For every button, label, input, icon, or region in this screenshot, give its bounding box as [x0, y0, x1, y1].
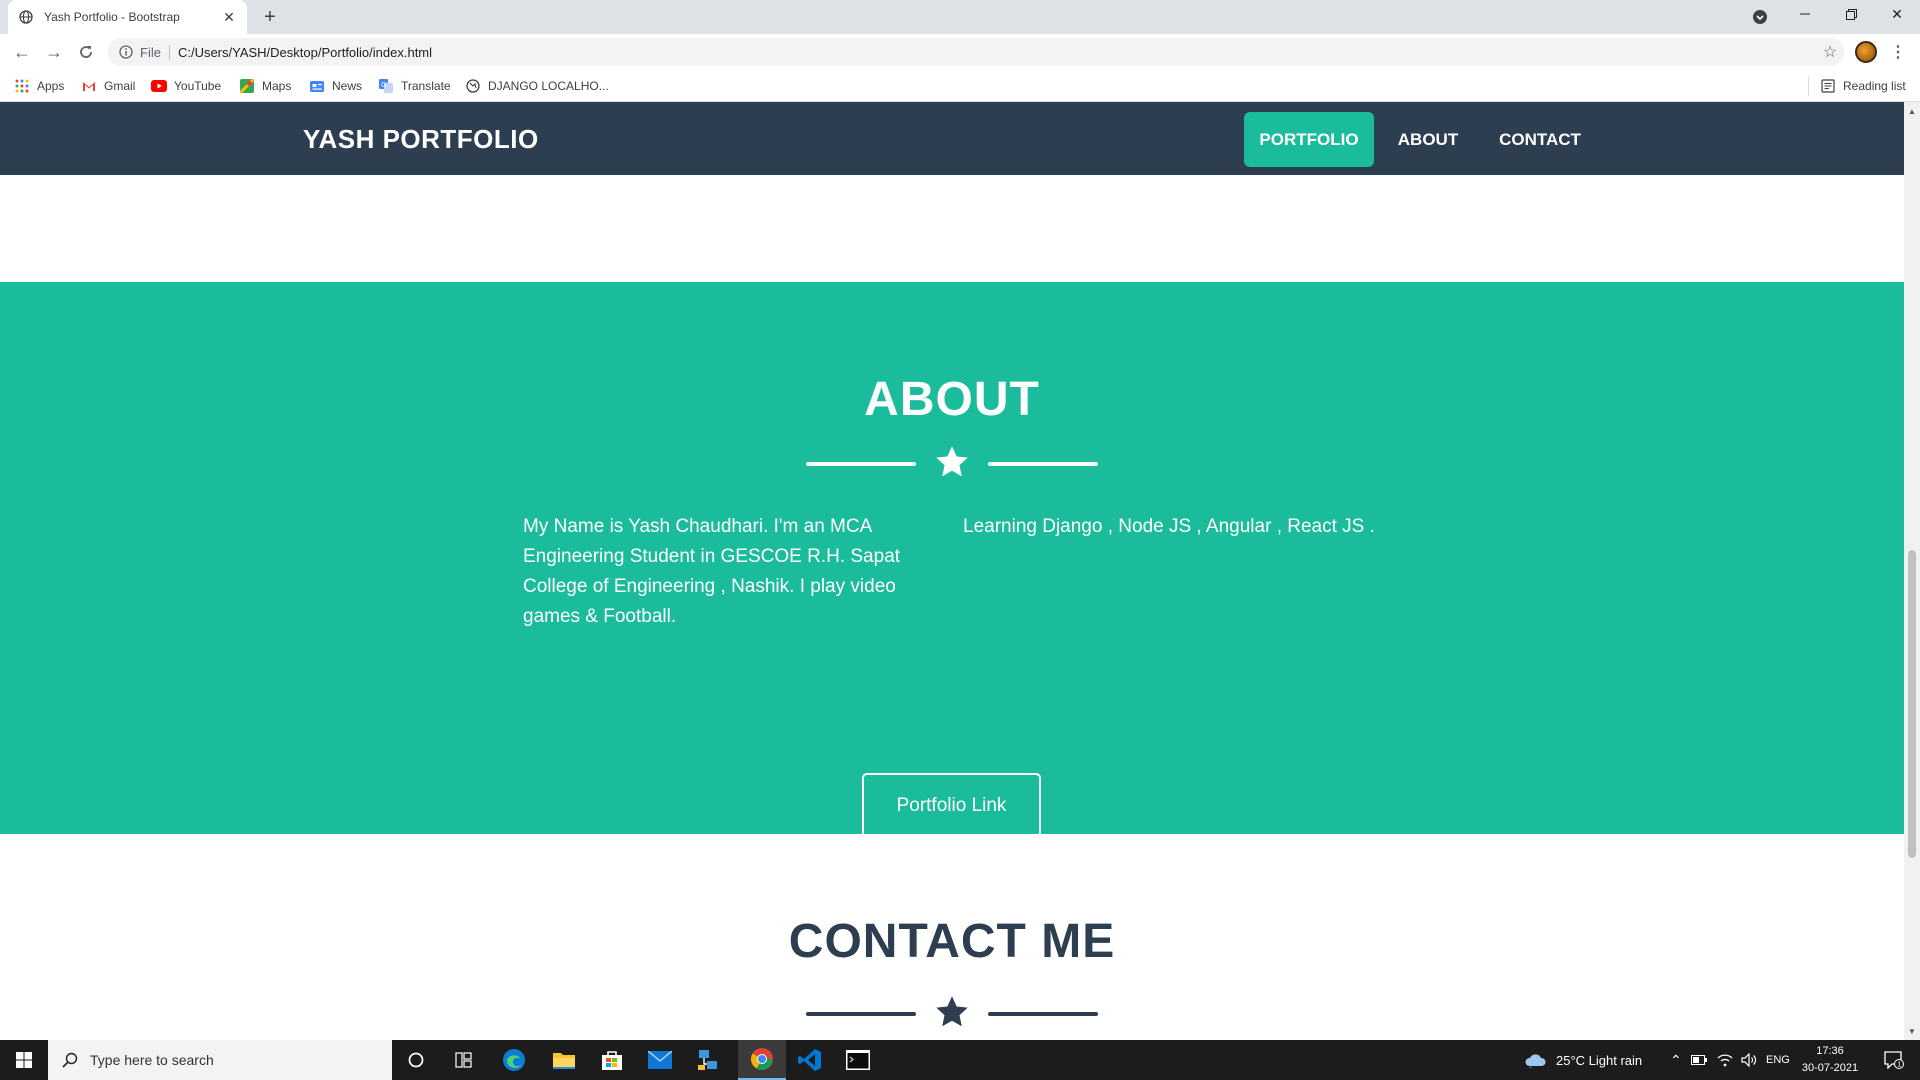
taskbar-clock[interactable]: 17:36 30-07-2021	[1790, 1043, 1870, 1077]
info-icon[interactable]	[118, 44, 134, 60]
language-indicator[interactable]: ENG	[1766, 1040, 1790, 1080]
notification-count: 1	[1897, 1062, 1901, 1069]
task-view-icon[interactable]	[440, 1040, 488, 1080]
page-viewport: YASH PORTFOLIO PORTFOLIO ABOUT CONTACT A…	[0, 102, 1904, 1040]
volume-icon[interactable]	[1738, 1040, 1760, 1080]
bookmark-apps[interactable]: Apps	[14, 77, 64, 95]
page-scrollbar[interactable]: ▲ ▼	[1904, 102, 1920, 1040]
taskbar-search-placeholder: Type here to search	[90, 1052, 214, 1068]
notifications-icon[interactable]: 1	[1872, 1040, 1916, 1080]
contact-divider	[806, 994, 1098, 1034]
bookmark-label: News	[332, 79, 363, 93]
network-app-icon[interactable]	[684, 1040, 732, 1080]
maps-icon	[239, 78, 255, 94]
about-text-left: My Name is Yash Chaudhari. I'm an MCA En…	[523, 516, 901, 627]
portfolio-link-button[interactable]: Portfolio Link	[862, 773, 1041, 838]
cortana-icon[interactable]	[392, 1040, 440, 1080]
windows-taskbar: Type here to search 25°C Light rain ⌃ EN…	[0, 1040, 1920, 1080]
browser-tab[interactable]: Yash Portfolio - Bootstrap ✕	[8, 0, 247, 34]
bookmark-star-icon[interactable]: ☆	[1816, 38, 1844, 66]
bookmark-label: Apps	[37, 79, 65, 93]
minimize-icon[interactable]	[1782, 0, 1828, 28]
nav-about[interactable]: ABOUT	[1386, 112, 1470, 167]
nav-portfolio[interactable]: PORTFOLIO	[1244, 112, 1374, 167]
bookmark-label: Maps	[262, 79, 292, 93]
bookmark-news[interactable]: News	[309, 77, 362, 95]
taskbar-search-box[interactable]: Type here to search	[48, 1040, 392, 1080]
bookmark-label: Gmail	[104, 79, 136, 93]
more-menu-icon[interactable]: ⋮	[1886, 38, 1910, 66]
close-window-icon[interactable]: ✕	[1874, 0, 1920, 28]
bookmark-gmail[interactable]: Gmail	[81, 77, 135, 95]
reading-list-button[interactable]: Reading list	[1820, 77, 1906, 95]
tab-title: Yash Portfolio - Bootstrap	[44, 10, 180, 24]
star-icon	[936, 446, 968, 477]
bookmark-maps[interactable]: Maps	[239, 77, 291, 95]
address-bar[interactable]: File C:/Users/YASH/Desktop/Portfolio/ind…	[108, 38, 1844, 66]
nav-contact[interactable]: CONTACT	[1490, 112, 1590, 167]
bookmark-label: Translate	[401, 79, 451, 93]
edge-icon[interactable]	[490, 1040, 538, 1080]
about-text-right: Learning Django , Node JS , Angular , Re…	[963, 516, 1375, 537]
svg-text:G: G	[381, 82, 386, 89]
scroll-thumb[interactable]	[1908, 550, 1916, 858]
back-icon[interactable]: ←	[8, 38, 36, 66]
tab-search-icon[interactable]	[1750, 8, 1770, 26]
forward-icon[interactable]: →	[40, 38, 68, 66]
divider-line	[988, 1012, 1098, 1016]
star-icon	[936, 996, 968, 1027]
about-title: ABOUT	[864, 373, 1040, 426]
bookmarks-bar: Apps Gmail YouTube Maps News G Translate	[0, 70, 1920, 102]
gmail-icon	[81, 78, 97, 94]
wifi-icon[interactable]	[1714, 1040, 1736, 1080]
apps-grid-icon	[14, 78, 30, 94]
youtube-icon	[151, 78, 167, 94]
url-scheme-label: File	[140, 44, 170, 60]
about-divider	[806, 444, 1098, 484]
about-section: ABOUT My Name is Yash Chaudhari. I'm an …	[0, 282, 1904, 838]
clock-time: 17:36	[1816, 1045, 1844, 1057]
weather-cloud-icon[interactable]	[1522, 1040, 1548, 1080]
bookmark-youtube[interactable]: YouTube	[151, 77, 221, 95]
bookmark-label: YouTube	[174, 79, 222, 93]
restore-icon[interactable]	[1828, 0, 1874, 28]
battery-icon[interactable]	[1688, 1040, 1710, 1080]
bookmark-label: DJANGO LOCALHO...	[488, 79, 609, 93]
bookmarks-divider	[1808, 76, 1809, 96]
site-brand[interactable]: YASH PORTFOLIO	[303, 124, 539, 155]
contact-title: CONTACT ME	[788, 915, 1116, 968]
reload-icon[interactable]	[72, 38, 100, 66]
terminal-icon[interactable]	[834, 1040, 882, 1080]
close-tab-icon[interactable]: ✕	[221, 9, 237, 25]
url-text[interactable]: C:/Users/YASH/Desktop/Portfolio/index.ht…	[178, 45, 1816, 60]
bookmark-django-localhost[interactable]: DJANGO LOCALHO...	[465, 77, 609, 95]
translate-icon: G	[378, 78, 394, 94]
profile-avatar[interactable]	[1855, 41, 1877, 63]
browser-toolbar: ← → File C:/Users/YASH/Desktop/Portfolio…	[0, 34, 1920, 70]
news-icon	[309, 78, 325, 94]
divider-line	[806, 1012, 916, 1016]
weather-text[interactable]: 25°C Light rain	[1556, 1040, 1642, 1080]
mail-icon[interactable]	[636, 1040, 684, 1080]
vscode-icon[interactable]	[786, 1040, 834, 1080]
reading-list-label: Reading list	[1843, 79, 1906, 93]
search-icon	[62, 1052, 78, 1068]
reading-list-icon	[1820, 78, 1836, 94]
site-navbar: YASH PORTFOLIO PORTFOLIO ABOUT CONTACT	[0, 102, 1904, 175]
windows-start-icon[interactable]	[0, 1040, 48, 1080]
store-icon[interactable]	[588, 1040, 636, 1080]
globe-icon	[465, 78, 481, 94]
chrome-icon[interactable]	[738, 1040, 786, 1080]
new-tab-button[interactable]: +	[256, 6, 284, 28]
clock-date: 30-07-2021	[1801, 1062, 1859, 1074]
file-explorer-icon[interactable]	[540, 1040, 588, 1080]
scroll-down-icon[interactable]: ▼	[1904, 1024, 1920, 1038]
tab-strip: Yash Portfolio - Bootstrap ✕ + ✕	[0, 0, 1920, 34]
divider-line	[988, 462, 1098, 466]
scroll-up-icon[interactable]: ▲	[1904, 104, 1920, 118]
divider-line	[806, 462, 916, 466]
bookmark-translate[interactable]: G Translate	[378, 77, 451, 95]
tray-expand-icon[interactable]: ⌃	[1670, 1040, 1682, 1080]
globe-icon	[18, 9, 34, 25]
